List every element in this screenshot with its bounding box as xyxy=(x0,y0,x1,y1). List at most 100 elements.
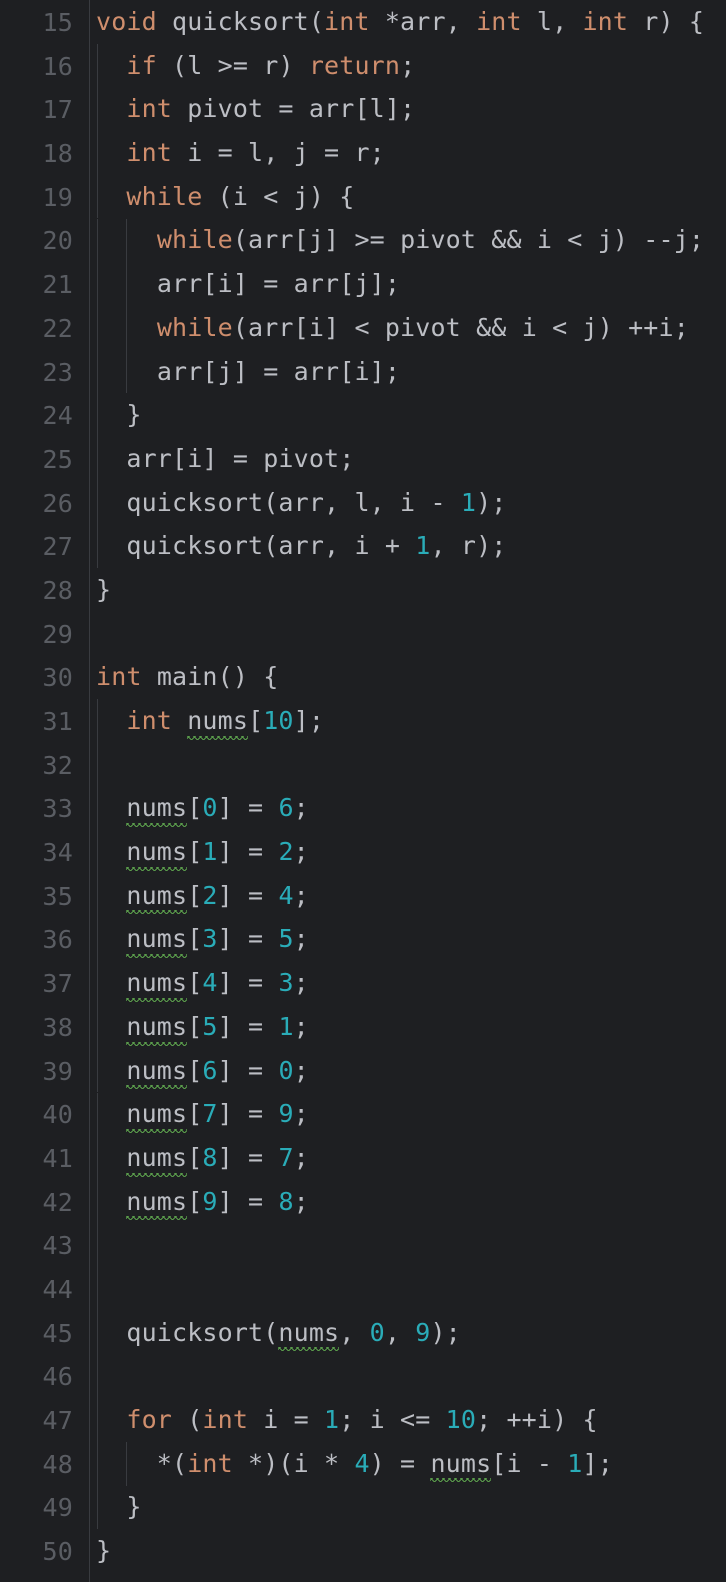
line-number: 44 xyxy=(42,1274,73,1304)
line-number: 40 xyxy=(42,1100,73,1130)
token-number: 9 xyxy=(202,1186,218,1216)
line-number: 20 xyxy=(42,226,73,256)
code-line[interactable]: int main() { xyxy=(96,655,726,699)
code-line[interactable]: while (i < j) { xyxy=(96,175,726,219)
line-number: 50 xyxy=(42,1537,73,1567)
spellcheck-squiggle: nums xyxy=(126,1049,187,1093)
token-identifier: pivot xyxy=(263,443,340,473)
code-line[interactable]: quicksort(arr, l, i - 1); xyxy=(96,481,726,525)
line-number: 43 xyxy=(42,1231,73,1261)
code-line[interactable]: int i = l, j = r; xyxy=(96,131,726,175)
token-identifier: j xyxy=(293,181,309,211)
code-line[interactable]: nums[2] = 4; xyxy=(96,874,726,918)
token-number: 8 xyxy=(202,1142,218,1172)
line-number: 15 xyxy=(42,8,73,37)
line-number: 36 xyxy=(42,925,73,955)
line-number: 19 xyxy=(42,182,73,212)
spellcheck-squiggle: nums xyxy=(126,874,187,918)
code-line[interactable]: } xyxy=(96,1529,726,1573)
spellcheck-squiggle: nums xyxy=(126,786,187,830)
token-identifier: nums xyxy=(126,880,188,910)
code-line[interactable]: arr[i] = arr[j]; xyxy=(96,262,726,306)
code-line[interactable]: nums[5] = 1; xyxy=(96,1005,726,1049)
code-line[interactable]: nums[1] = 2; xyxy=(96,830,726,874)
token-identifier: i xyxy=(354,531,370,561)
code-line[interactable]: } xyxy=(96,568,726,612)
token-identifier: quicksort xyxy=(126,531,264,561)
line-number: 37 xyxy=(42,969,73,999)
token-number: 4 xyxy=(278,880,294,910)
token-number: 6 xyxy=(278,793,294,823)
code-line[interactable] xyxy=(96,1354,726,1398)
token-identifier: r xyxy=(354,138,370,168)
token-identifier: nums xyxy=(126,1186,188,1216)
line-number: 27 xyxy=(42,532,73,562)
code-line[interactable]: nums[9] = 8; xyxy=(96,1180,726,1224)
code-line[interactable]: if (l >= r) return; xyxy=(96,44,726,88)
token-keyword: int xyxy=(324,7,370,36)
token-number: 1 xyxy=(324,1405,340,1434)
code-line[interactable] xyxy=(96,612,726,656)
code-line[interactable]: arr[j] = arr[i]; xyxy=(96,350,726,394)
token-identifier: quicksort xyxy=(172,7,309,36)
code-line[interactable]: while(arr[i] < pivot && i < j) ++i; xyxy=(96,306,726,350)
line-number: 25 xyxy=(42,444,73,474)
code-line[interactable] xyxy=(96,1267,726,1311)
code-line[interactable]: nums[8] = 7; xyxy=(96,1136,726,1180)
code-line[interactable]: int nums[10]; xyxy=(96,699,726,743)
token-keyword: if xyxy=(126,50,157,80)
line-number: 39 xyxy=(42,1056,73,1086)
token-identifier: nums xyxy=(126,1011,188,1041)
token-identifier: nums xyxy=(278,1317,340,1347)
code-line[interactable]: nums[4] = 3; xyxy=(96,961,726,1005)
line-number: 28 xyxy=(42,575,73,605)
code-content-area[interactable]: void quicksort(int *arr, int l, int r) {… xyxy=(90,0,726,1582)
token-number: 2 xyxy=(202,880,218,910)
token-number: 1 xyxy=(278,1011,294,1041)
spellcheck-squiggle: nums xyxy=(187,699,248,743)
line-number: 38 xyxy=(42,1012,73,1042)
code-line[interactable] xyxy=(96,1223,726,1267)
token-keyword: for xyxy=(126,1405,173,1434)
code-line[interactable] xyxy=(96,743,726,787)
code-line[interactable]: nums[6] = 0; xyxy=(96,1049,726,1093)
code-line[interactable]: for (int i = 1; i <= 10; ++i) { xyxy=(96,1398,726,1442)
spellcheck-squiggle: nums xyxy=(126,1092,187,1136)
token-identifier: l xyxy=(248,138,264,168)
code-line[interactable]: int pivot = arr[l]; xyxy=(96,87,726,131)
code-line[interactable]: void quicksort(int *arr, int l, int r) { xyxy=(96,0,726,44)
line-number: 32 xyxy=(42,750,73,780)
line-number: 46 xyxy=(42,1362,73,1392)
code-line[interactable]: while(arr[j] >= pivot && i < j) --j; xyxy=(96,218,726,262)
token-identifier: nums xyxy=(126,924,188,954)
line-number: 30 xyxy=(42,663,73,693)
token-identifier: pivot xyxy=(187,94,264,124)
token-number: 7 xyxy=(202,1099,218,1129)
code-line[interactable]: } xyxy=(96,393,726,437)
line-number: 35 xyxy=(42,881,73,911)
code-line[interactable]: *(int *)(i * 4) = nums[i - 1]; xyxy=(96,1442,726,1486)
code-line[interactable]: quicksort(arr, i + 1, r); xyxy=(96,524,726,568)
token-number: 9 xyxy=(415,1317,431,1347)
spellcheck-squiggle: nums xyxy=(126,961,187,1005)
token-keyword: int xyxy=(582,7,629,36)
token-identifier: nums xyxy=(126,1099,188,1129)
token-identifier: arr xyxy=(400,7,446,36)
code-line[interactable]: arr[i] = pivot; xyxy=(96,437,726,481)
code-line[interactable]: } xyxy=(96,1485,726,1529)
spellcheck-squiggle: nums xyxy=(126,917,187,961)
code-line[interactable]: nums[0] = 6; xyxy=(96,786,726,830)
token-identifier: l xyxy=(536,7,553,36)
code-line[interactable]: quicksort(nums, 0, 9); xyxy=(96,1311,726,1355)
line-number-gutter[interactable]: 15 16 17 18 19 20 21 22 23 24 25 26 27 28 29 30 31 32 33 34… xyxy=(0,0,90,1582)
token-keyword: int xyxy=(187,1448,233,1478)
code-editor[interactable]: 15 16 17 18 19 20 21 22 23 24 25 26 27 28 29 30 31 32 33 34… xyxy=(0,0,726,1582)
code-line[interactable]: nums[3] = 5; xyxy=(96,917,726,961)
token-identifier: r xyxy=(263,50,279,80)
token-number: 1 xyxy=(460,487,477,517)
token-keyword: int xyxy=(126,706,173,735)
line-number: 23 xyxy=(42,357,73,387)
token-identifier: i xyxy=(400,487,416,517)
token-number: 1 xyxy=(567,1448,583,1478)
code-line[interactable]: nums[7] = 9; xyxy=(96,1092,726,1136)
